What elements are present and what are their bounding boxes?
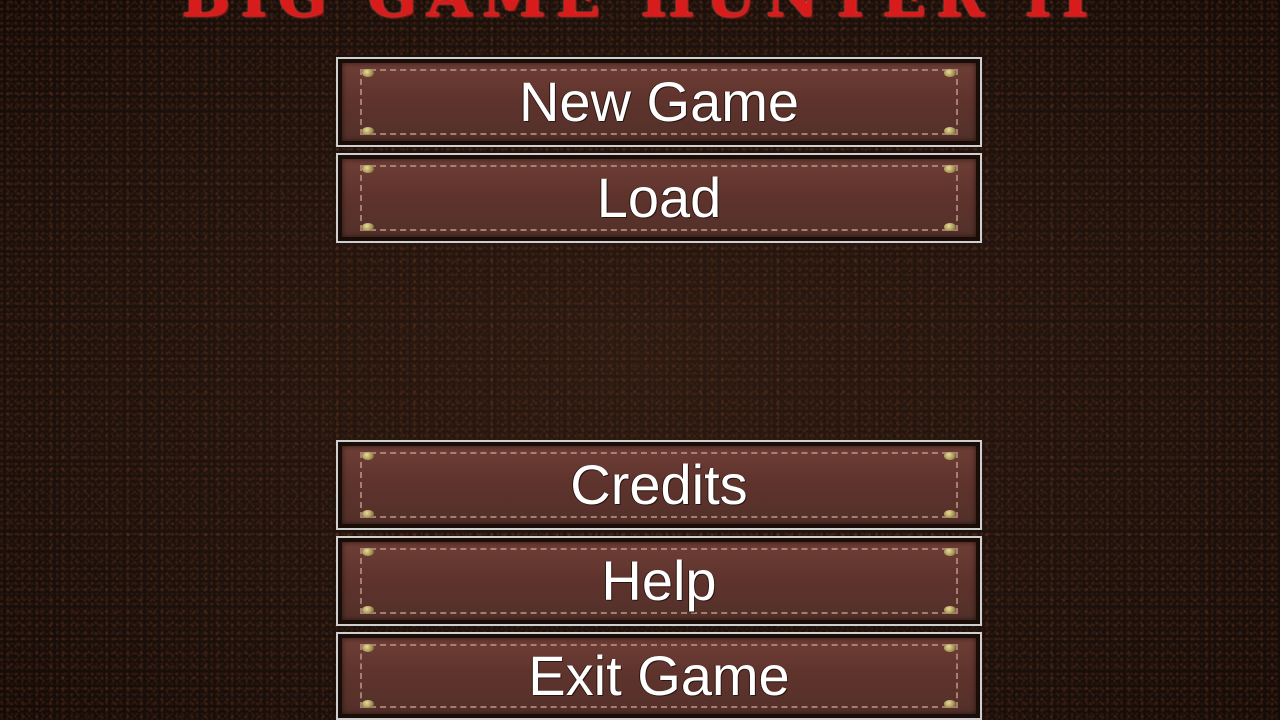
load-label: Load: [596, 166, 722, 229]
credits-button[interactable]: Credits: [336, 440, 982, 530]
new-game-button[interactable]: New Game: [336, 57, 982, 147]
new-game-label: New Game: [518, 70, 800, 133]
load-button[interactable]: Load: [336, 153, 982, 243]
help-label: Help: [601, 549, 717, 612]
exit-game-button[interactable]: Exit Game: [336, 632, 982, 720]
help-button[interactable]: Help: [336, 536, 982, 626]
game-title: BIG GAME HUNTER II: [181, 0, 1098, 22]
credits-label: Credits: [570, 453, 748, 516]
game-title-banner: BIG GAME HUNTER II: [0, 0, 1280, 22]
exit-game-label: Exit Game: [528, 644, 790, 707]
